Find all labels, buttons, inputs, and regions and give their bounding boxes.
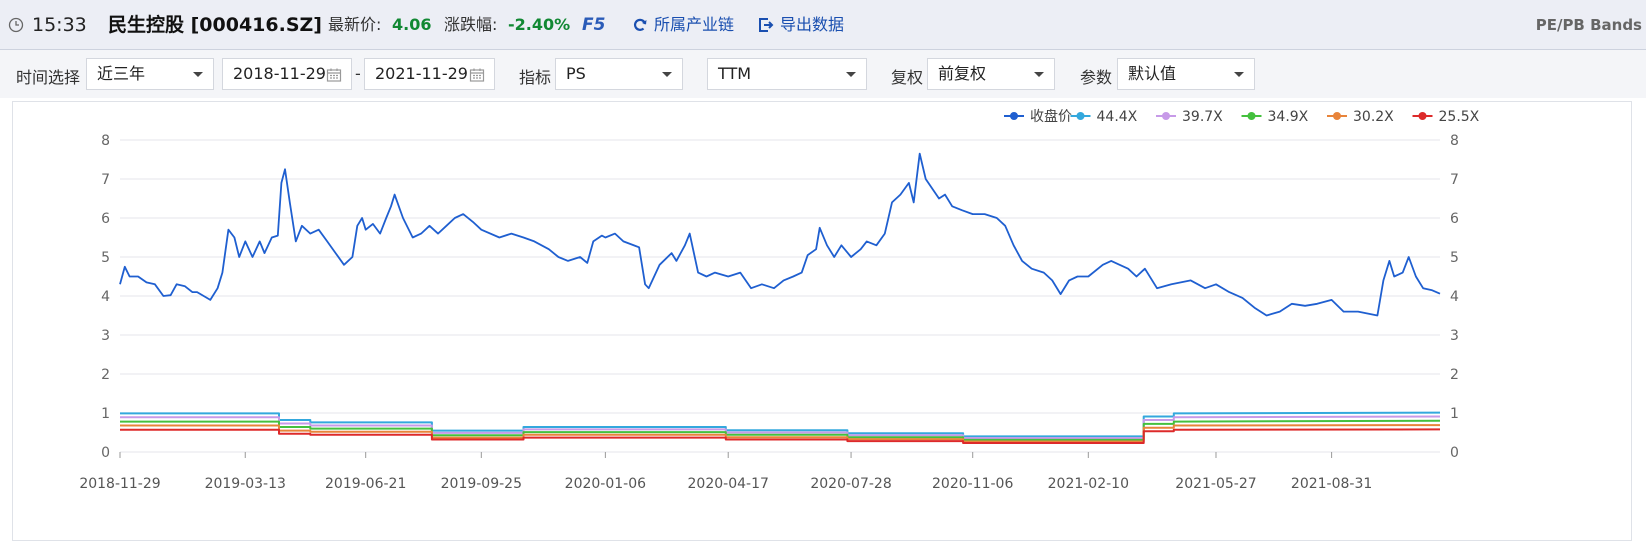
chart-panel: 0 1 2 3 4 5 6 7 8 0 1 2 3 4 5 6 7 8 2018-11-29 2019-03-13… [12, 101, 1632, 541]
y-tick-label: 3 [1450, 328, 1459, 344]
y-tick-label: 0 [101, 445, 110, 461]
chevron-down-icon [1034, 72, 1044, 77]
export-data-link[interactable]: 导出数据 [780, 0, 844, 50]
stock-name-code: 民生控股 [000416.SZ] [108, 14, 322, 36]
x-tick-label: 2020-04-17 [688, 476, 769, 492]
param-label: 参数 [1080, 68, 1113, 87]
metric-label: 指标 [519, 68, 552, 87]
y-tick-label: 4 [101, 289, 110, 305]
y-axis-right: 0 1 2 3 4 5 6 7 8 [1450, 133, 1459, 461]
industry-chain-link[interactable]: 所属产业链 [654, 0, 734, 50]
x-tick-label: 2020-11-06 [932, 476, 1013, 492]
time-range-select[interactable]: 近三年 [86, 58, 214, 90]
y-tick-label: 1 [101, 406, 110, 422]
legend-swatch-dot [1333, 112, 1341, 120]
x-tick-label: 2020-07-28 [810, 476, 891, 492]
legend-label: 39.7X [1182, 109, 1223, 125]
f5-button[interactable]: F5 [582, 0, 605, 50]
y-tick-label: 0 [1450, 445, 1459, 461]
top-header-bar: 15:33 民生控股 [000416.SZ] 最新价: 4.06 涨跌幅: -2… [0, 0, 1646, 50]
legend-label: 34.9X [1268, 109, 1309, 125]
adjust-label: 复权 [891, 68, 924, 87]
y-tick-label: 7 [101, 172, 110, 188]
x-tick-label: 2019-06-21 [325, 476, 406, 492]
chevron-down-icon [193, 72, 203, 77]
latest-price-value: 4.06 [392, 15, 432, 34]
param-value: 默认值 [1128, 64, 1177, 83]
x-tick-label: 2021-05-27 [1175, 476, 1256, 492]
current-time: 15:33 [32, 14, 87, 36]
y-tick-label: 7 [1450, 172, 1459, 188]
time-range-value: 近三年 [97, 64, 146, 83]
legend-label: 44.4X [1097, 109, 1138, 125]
period-value: TTM [718, 64, 752, 83]
legend-swatch-dot [1076, 112, 1085, 120]
start-date-input[interactable]: 2018-11-29 [222, 58, 352, 90]
chart-legend: 收盘价 44.4X 39.7X 34.9X 30.2X 25.5X [1004, 108, 1480, 125]
y-tick-label: 2 [1450, 367, 1459, 383]
end-date-input[interactable]: 2021-11-29 [364, 58, 495, 90]
legend-swatch-dot [1010, 112, 1018, 120]
refresh-icon[interactable] [632, 17, 648, 33]
chevron-down-icon [1234, 72, 1244, 77]
chevron-down-icon [662, 72, 672, 77]
y-tick-label: 8 [1450, 133, 1459, 149]
legend-label: 25.5X [1439, 109, 1480, 125]
date-range-dash: - [355, 64, 361, 83]
close-series [119, 152, 1441, 317]
period-select[interactable]: TTM [707, 58, 867, 90]
chevron-down-icon [846, 72, 856, 77]
legend-label: 30.2X [1353, 109, 1394, 125]
y-tick-label: 8 [101, 133, 110, 149]
x-tick-label: 2021-08-31 [1291, 476, 1372, 492]
legend-swatch-dot [1162, 112, 1170, 120]
end-date-value: 2021-11-29 [375, 64, 468, 83]
y-tick-label: 4 [1450, 289, 1459, 305]
clock-icon [8, 17, 24, 33]
legend-swatch-dot [1247, 112, 1256, 120]
y-tick-label: 5 [101, 250, 110, 266]
latest-price-label: 最新价: [328, 15, 382, 34]
y-tick-label: 6 [1450, 211, 1459, 227]
change-label: 涨跌幅: [444, 15, 498, 34]
x-axis: 2018-11-29 2019-03-13 2019-06-21 2019-09-25… [79, 452, 1372, 492]
adjust-value: 前复权 [938, 64, 987, 83]
grid-lines [120, 139, 1440, 453]
y-tick-label: 3 [101, 328, 110, 344]
series-line-收盘价 [119, 152, 1441, 317]
x-tick-label: 2019-03-13 [205, 476, 286, 492]
filter-toolbar: 时间选择 近三年 2018-11-29 - 2021-11-29 指标 PS T… [0, 50, 1646, 98]
legend-label: 收盘价 [1030, 108, 1072, 125]
x-tick-label: 2021-02-10 [1048, 476, 1129, 492]
adjust-select[interactable]: 前复权 [927, 58, 1055, 90]
x-tick-label: 2020-01-06 [565, 476, 646, 492]
x-tick-label: 2019-09-25 [441, 476, 522, 492]
y-tick-label: 5 [1450, 250, 1459, 266]
bands-title: PE/PB Bands [1535, 16, 1642, 34]
start-date-value: 2018-11-29 [233, 64, 326, 83]
legend-swatch-dot [1418, 112, 1427, 120]
x-tick-label: 2018-11-29 [79, 476, 160, 492]
export-icon[interactable] [758, 17, 774, 33]
calendar-icon[interactable] [469, 67, 485, 83]
metric-select[interactable]: PS [555, 58, 683, 90]
param-select[interactable]: 默认值 [1117, 58, 1255, 90]
pe-pb-bands-chart: 0 1 2 3 4 5 6 7 8 0 1 2 3 4 5 6 7 8 2018-11-29 2019-03-13… [79, 108, 1480, 492]
y-tick-label: 1 [1450, 406, 1459, 422]
metric-value: PS [566, 64, 586, 83]
time-select-label: 时间选择 [16, 68, 81, 87]
y-tick-label: 6 [101, 211, 110, 227]
y-tick-label: 2 [101, 367, 110, 383]
band-series [120, 411, 1441, 444]
y-axis-left: 0 1 2 3 4 5 6 7 8 [101, 133, 110, 461]
calendar-icon[interactable] [326, 67, 342, 83]
change-value: -2.40% [508, 15, 571, 34]
